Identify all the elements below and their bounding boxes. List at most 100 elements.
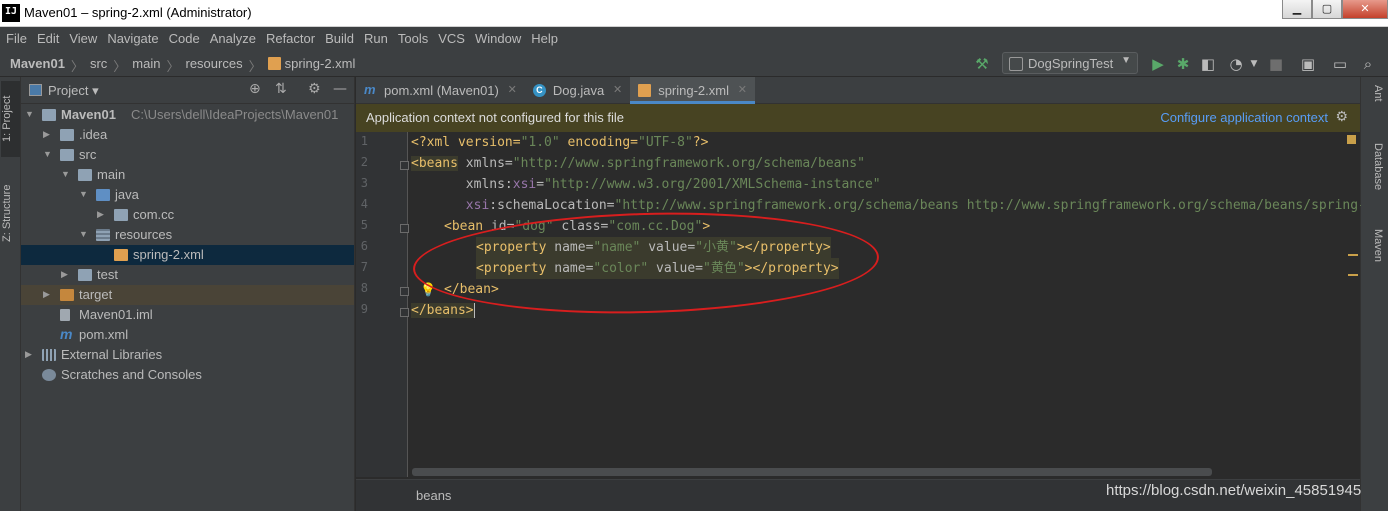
hide-panel-icon[interactable]: — <box>333 81 347 97</box>
libraries-icon <box>42 349 56 361</box>
navigation-bar: Maven01 〉 src 〉 main 〉 resources 〉 sprin… <box>0 51 1388 77</box>
folder-icon <box>78 169 92 181</box>
scroll-marker[interactable] <box>1348 254 1358 256</box>
locate-file-icon[interactable]: ⊕ <box>249 81 261 97</box>
horizontal-scrollbar[interactable] <box>412 468 1212 476</box>
tree-item-main[interactable]: ▼ main <box>21 165 354 185</box>
collapsed-arrow-icon[interactable]: ▶ <box>97 209 104 220</box>
folder-icon <box>60 149 74 161</box>
run-configuration-select[interactable]: DogSpringTest ▼ <box>1002 52 1138 74</box>
menu-code[interactable]: Code <box>168 27 205 51</box>
collapsed-arrow-icon[interactable]: ▶ <box>43 289 50 300</box>
fold-marker-icon[interactable] <box>400 287 409 296</box>
menu-tools[interactable]: Tools <box>397 27 433 51</box>
fold-marker-icon[interactable] <box>400 161 409 170</box>
tab-structure-tool[interactable]: Z: Structure <box>1 169 20 257</box>
xml-breadcrumb[interactable]: beans <box>416 488 451 503</box>
coverage-icon[interactable]: ◧ <box>1198 54 1218 74</box>
tree-item-java[interactable]: ▼ java <box>21 185 354 205</box>
tab-project-tool[interactable]: 1: Project <box>1 81 20 157</box>
inspection-status-icon[interactable] <box>1347 135 1356 144</box>
tab-dog-java[interactable]: C Dog.java ✕ <box>525 77 630 104</box>
project-tool-label: 1: Project <box>1 95 13 143</box>
spring-xml-icon <box>267 57 281 70</box>
profile-icon[interactable]: ◔ <box>1226 54 1246 74</box>
menu-run[interactable]: Run <box>363 27 393 51</box>
expanded-arrow-icon[interactable]: ▼ <box>79 189 88 199</box>
menu-analyze[interactable]: Analyze <box>209 27 261 51</box>
tree-item-src[interactable]: ▼ src <box>21 145 354 165</box>
resources-folder-icon <box>96 229 110 241</box>
menu-help[interactable]: Help <box>530 27 563 51</box>
tab-ant[interactable]: Ant <box>1364 85 1384 102</box>
expanded-arrow-icon[interactable]: ▼ <box>43 149 52 159</box>
menu-vcs[interactable]: VCS <box>437 27 470 51</box>
expanded-arrow-icon[interactable]: ▼ <box>25 109 34 119</box>
collapsed-arrow-icon[interactable]: ▶ <box>25 349 32 360</box>
expanded-arrow-icon[interactable]: ▼ <box>79 229 88 239</box>
fold-marker-icon[interactable] <box>400 224 409 233</box>
debug-bug-icon[interactable]: ✱ <box>1173 54 1193 74</box>
close-icon[interactable]: ✕ <box>508 83 517 96</box>
menu-edit[interactable]: Edit <box>36 27 64 51</box>
breadcrumb-src[interactable]: src <box>90 56 107 75</box>
gear-icon[interactable]: ⚙ <box>1335 108 1348 125</box>
configure-context-link[interactable]: Configure application context <box>1160 110 1328 125</box>
layout-icon[interactable]: ▭ <box>1330 54 1350 74</box>
tab-spring-2-xml[interactable]: spring-2.xml ✕ <box>630 77 755 104</box>
tree-item-test[interactable]: ▶ test <box>21 265 354 285</box>
close-icon[interactable]: ✕ <box>613 83 622 96</box>
menu-view[interactable]: View <box>68 27 102 51</box>
collapse-all-icon[interactable]: ⇅ <box>275 81 287 97</box>
project-view-select[interactable]: Project ▾ <box>48 83 99 99</box>
line-number: 6 <box>360 239 368 253</box>
gear-icon[interactable]: ⚙ <box>308 81 321 97</box>
spring-xml-icon <box>638 84 652 97</box>
close-window-button[interactable]: ✕ <box>1342 0 1388 19</box>
tree-item-com-cc[interactable]: ▶ com.cc <box>21 205 354 225</box>
tree-item-maven01[interactable]: ▼ Maven01 C:\Users\dell\IdeaProjects\Maven… <box>21 105 354 125</box>
tree-item-maven01-iml[interactable]: Maven01.iml <box>21 305 354 325</box>
beans-open-tag: <beans <box>411 156 458 171</box>
build-hammer-icon[interactable]: ⚒ <box>972 54 992 74</box>
breadcrumb-project[interactable]: Maven01 <box>10 56 65 75</box>
source-folder-icon <box>96 189 110 201</box>
expanded-arrow-icon[interactable]: ▼ <box>61 169 70 179</box>
breadcrumb-main[interactable]: main <box>132 56 160 75</box>
menu-navigate[interactable]: Navigate <box>106 27 163 51</box>
collapsed-arrow-icon[interactable]: ▶ <box>61 269 68 280</box>
maven-label: Maven <box>1372 229 1384 263</box>
profile-dropdown-icon[interactable]: ▼ <box>1244 54 1264 74</box>
tree-item-target[interactable]: ▶ target <box>21 285 354 305</box>
run-icon[interactable]: ▶ <box>1148 54 1168 74</box>
tree-item--idea[interactable]: ▶ .idea <box>21 125 354 145</box>
tab-database[interactable]: Database <box>1364 143 1384 190</box>
tree-item-resources[interactable]: ▼ resources <box>21 225 354 245</box>
tree-item-label: Maven01 <box>61 107 116 122</box>
tab-spring-label: spring-2.xml <box>658 83 729 98</box>
maximize-button[interactable]: ▢ <box>1312 0 1342 19</box>
tree-item-pom-xml[interactable]: m pom.xml <box>21 325 354 345</box>
tree-item-scratches-and-consoles[interactable]: Scratches and Consoles <box>21 365 354 385</box>
project-structure-icon[interactable]: ▣ <box>1298 54 1318 74</box>
tree-item-external-libraries[interactable]: ▶ External Libraries <box>21 345 354 365</box>
search-icon[interactable]: ⌕ <box>1358 54 1378 74</box>
menu-window[interactable]: Window <box>474 27 526 51</box>
breadcrumb-resources[interactable]: resources <box>186 56 243 75</box>
scroll-marker[interactable] <box>1348 274 1358 276</box>
project-panel: Project ▾ ⊕ ⇅ ⚙ — ▼ Maven01 C:\Users\dell\… <box>21 77 355 511</box>
tab-pom-xml[interactable]: m pom.xml (Maven01) ✕ <box>356 77 525 104</box>
left-tool-strip: 1: Project Z: Structure <box>0 77 21 511</box>
tree-item-spring-2-xml[interactable]: spring-2.xml <box>21 245 354 265</box>
tab-maven[interactable]: Maven <box>1364 229 1384 262</box>
close-icon[interactable]: ✕ <box>738 83 747 96</box>
menu-refactor[interactable]: Refactor <box>265 27 320 51</box>
stop-icon[interactable]: ■ <box>1266 54 1286 74</box>
breadcrumb-file[interactable]: spring-2.xml <box>267 56 355 75</box>
minimize-button[interactable]: ▁ <box>1282 0 1312 19</box>
menu-build[interactable]: Build <box>324 27 359 51</box>
menu-file[interactable]: File <box>5 27 32 51</box>
fold-marker-icon[interactable] <box>400 308 409 317</box>
collapsed-arrow-icon[interactable]: ▶ <box>43 129 50 140</box>
run-configuration-label: DogSpringTest <box>1028 56 1114 71</box>
